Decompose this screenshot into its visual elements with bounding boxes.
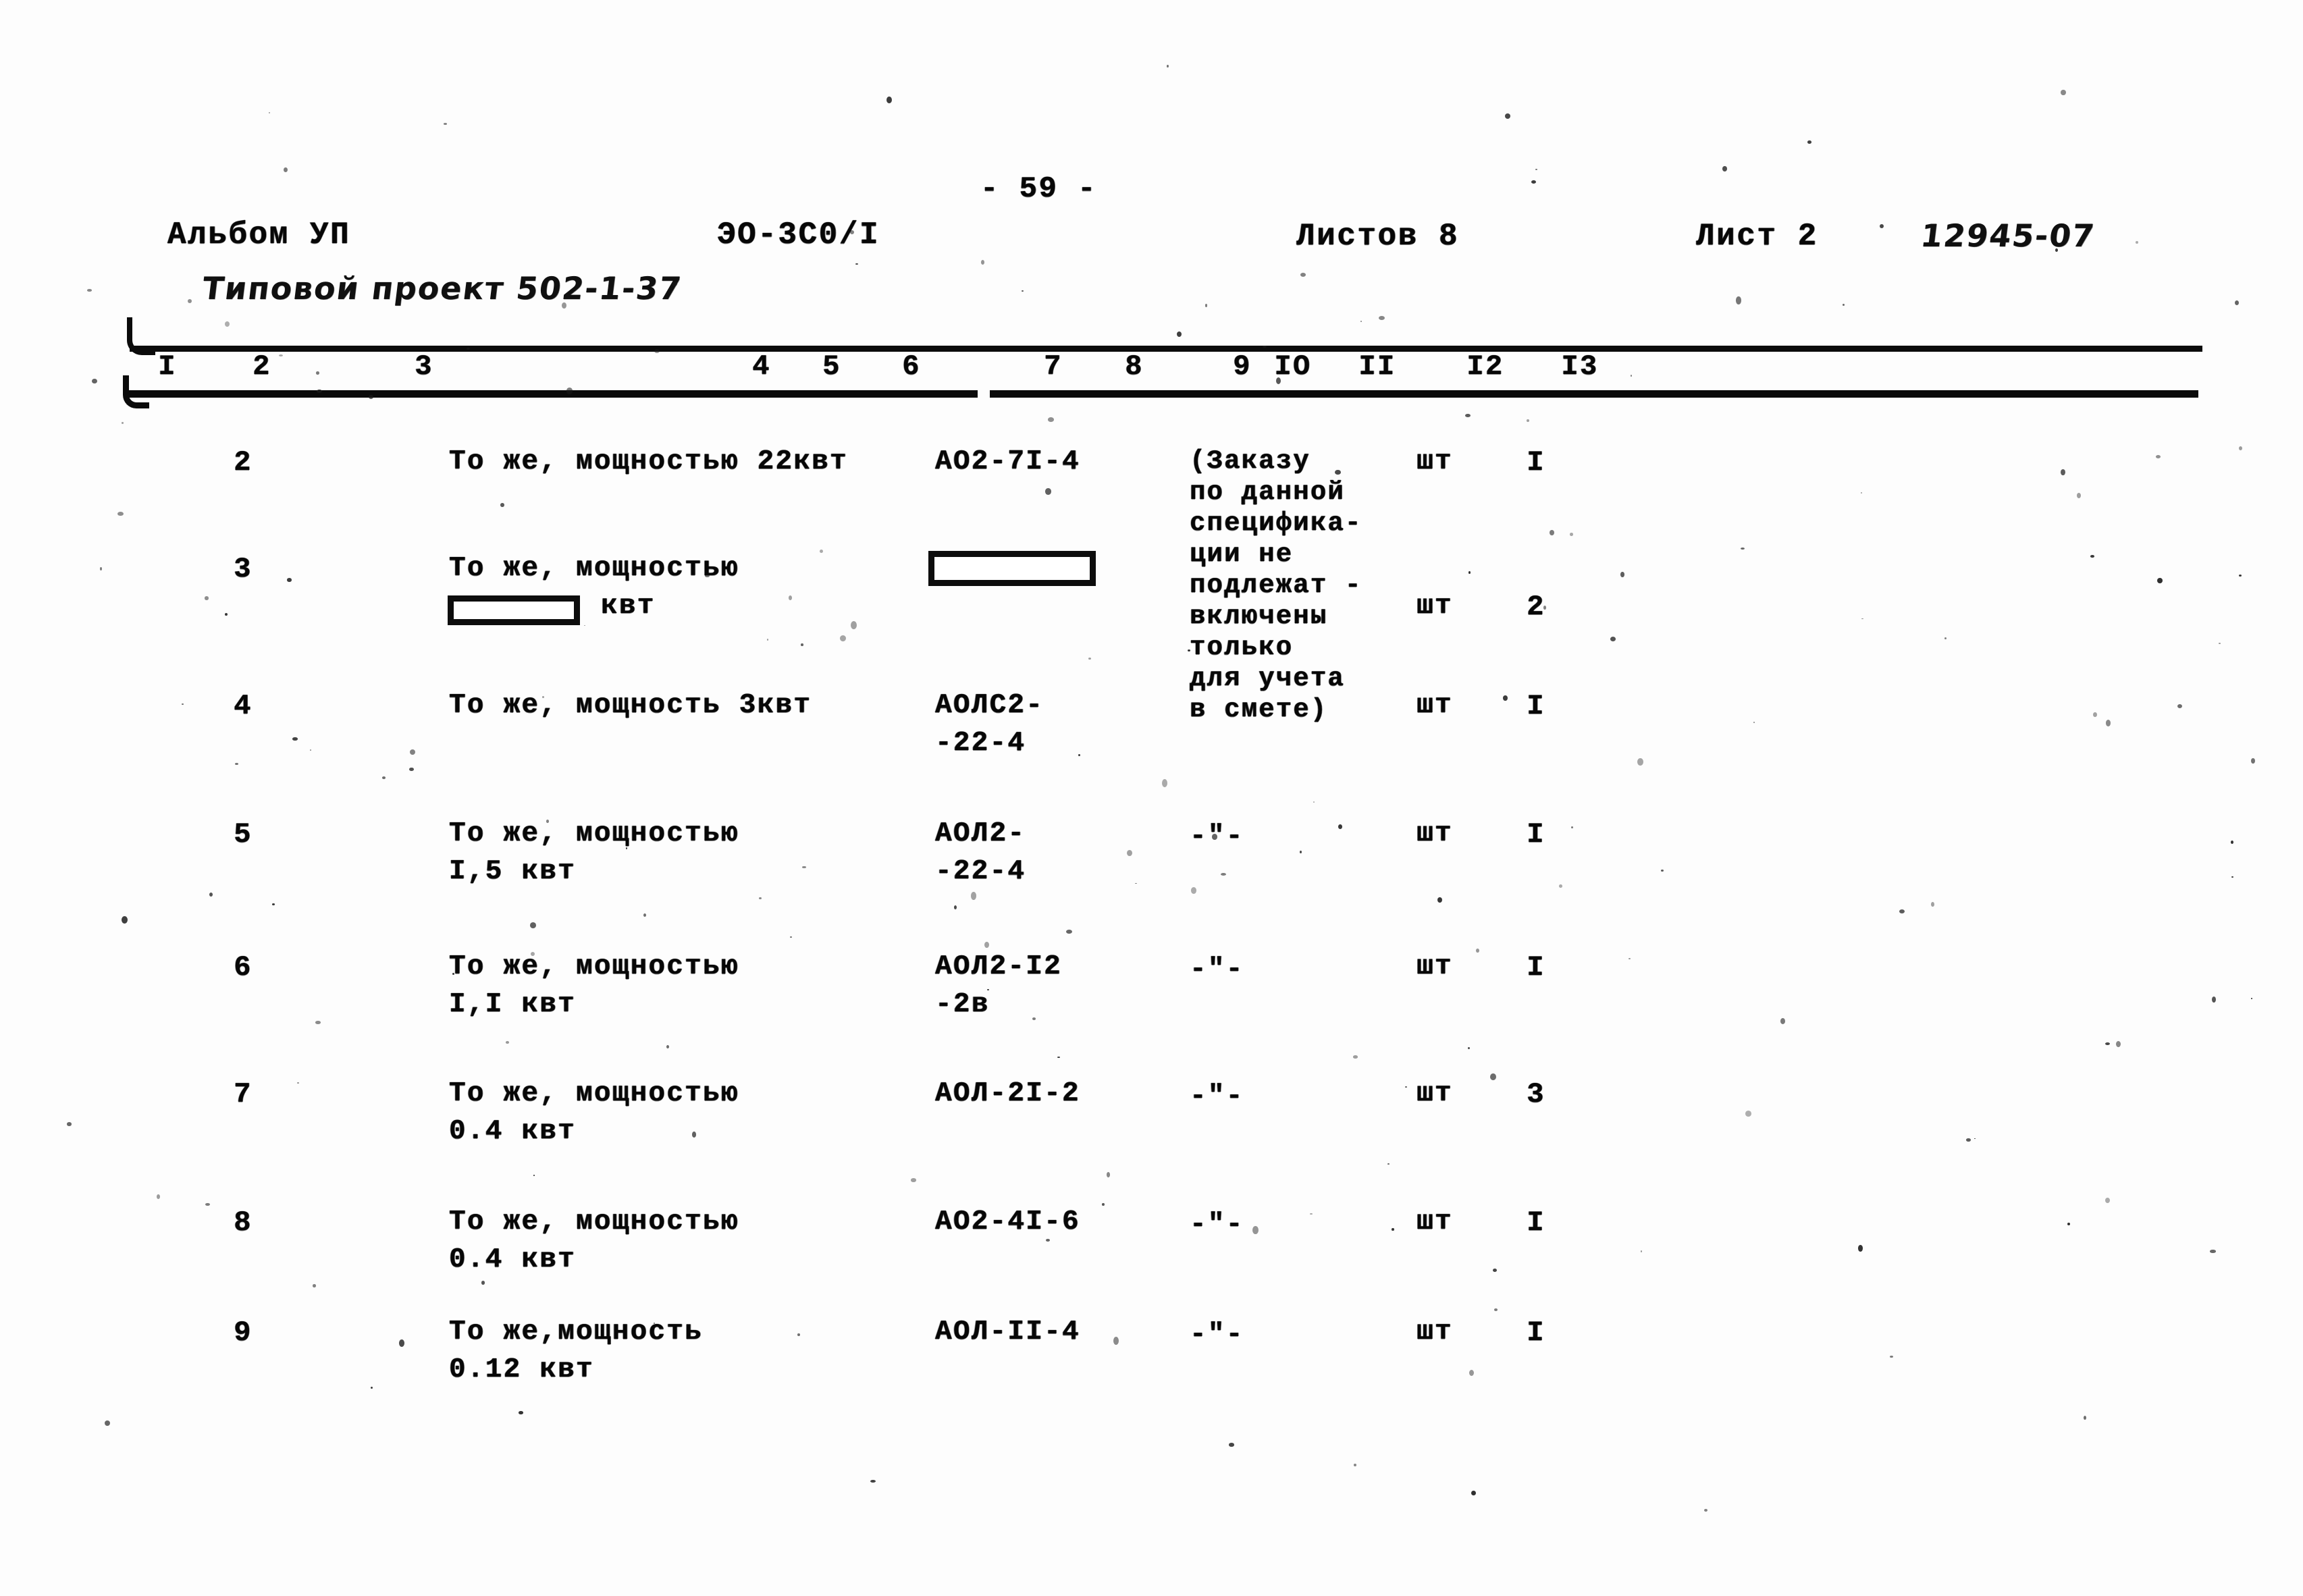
- row-position-number: 9: [234, 1316, 253, 1349]
- order-note-line: ции не: [1190, 539, 1294, 569]
- order-note-line: для учета: [1190, 664, 1345, 693]
- table-row: 9 То же,мощность 0.12 квт АОЛ-II-4 -"- шт I: [0, 0, 2303, 1596]
- order-note-line: в смете): [1190, 695, 1328, 724]
- order-note-line: только: [1190, 633, 1294, 662]
- row-note-ditto: -"-: [1190, 1319, 1244, 1350]
- order-note-line: включены: [1190, 602, 1328, 631]
- order-note-line: по данной: [1190, 477, 1345, 507]
- order-note-line: специфика-: [1190, 508, 1362, 538]
- scanned-page: - 59 - Альбом УП ЭО-3С0/I Листов 8 Лист …: [0, 0, 2303, 1596]
- row-quantity: I: [1527, 1316, 1545, 1349]
- row-name-line: То же,мощность: [449, 1316, 704, 1348]
- row-unit: шт: [1417, 1316, 1453, 1348]
- order-note-line: подлежат -: [1190, 570, 1362, 600]
- order-note-line: (Заказу: [1190, 446, 1311, 476]
- row-name-line: 0.12 квт: [449, 1354, 594, 1385]
- table-body: 2 То же, мощностью 22квт АО2-7I-4 шт I 3 То же…: [0, 0, 2303, 1596]
- row-code-line: АОЛ-II-4: [935, 1316, 1080, 1348]
